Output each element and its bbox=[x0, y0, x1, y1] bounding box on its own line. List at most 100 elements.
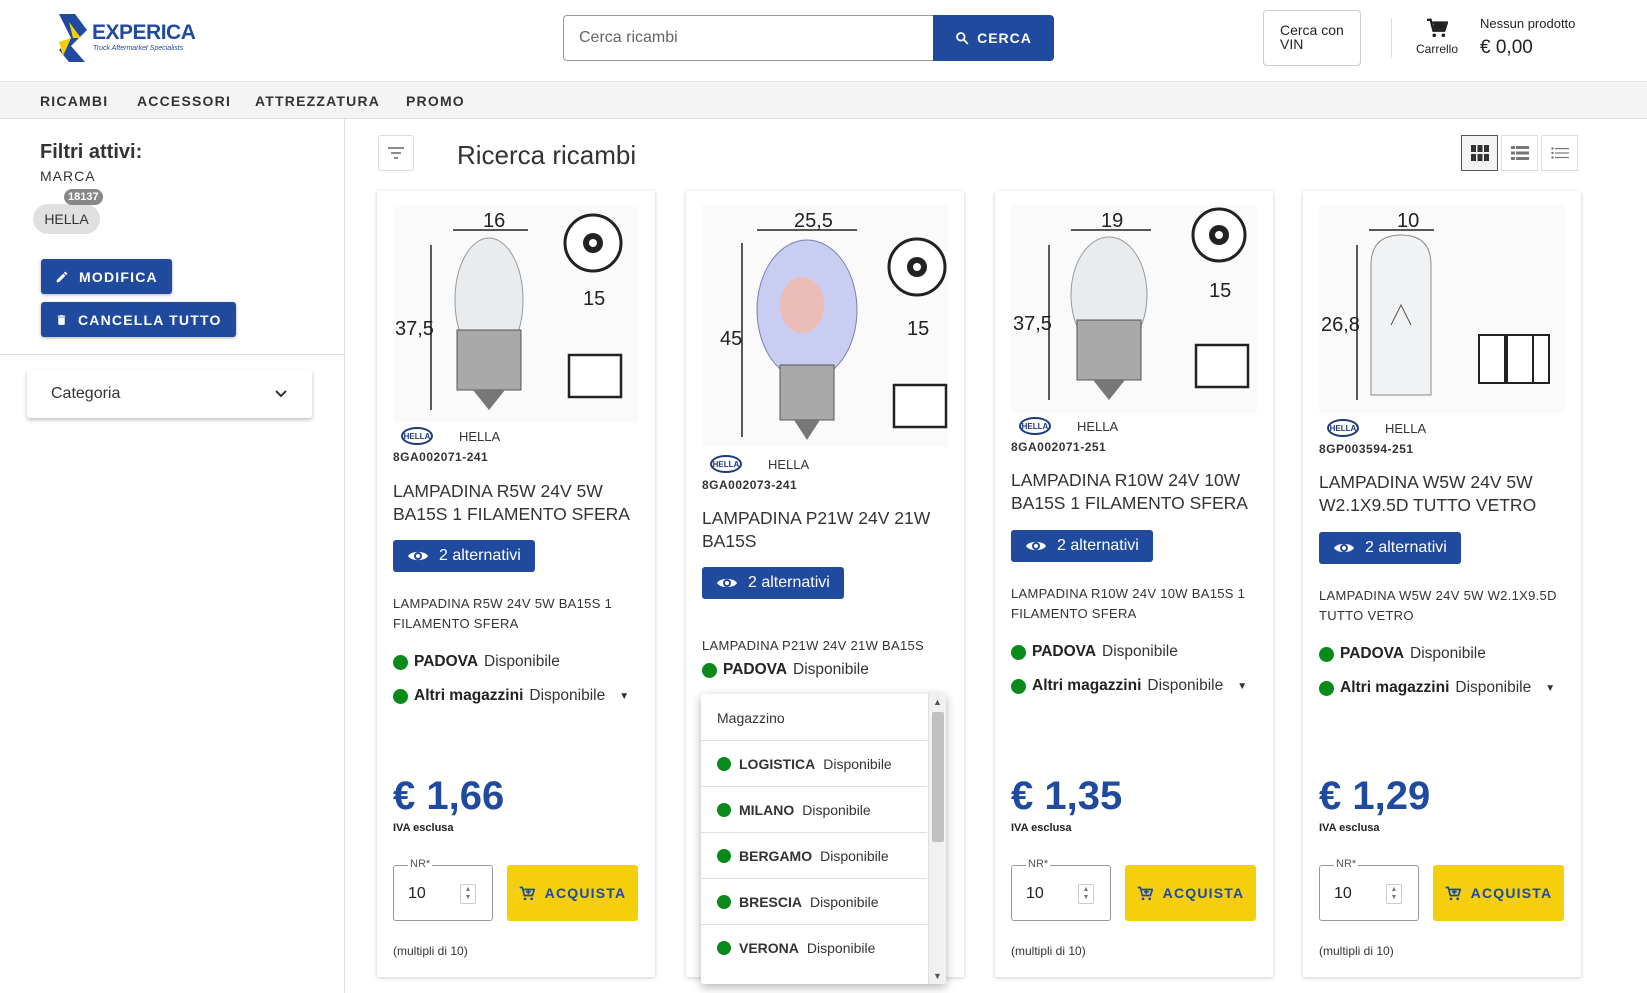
quantity-stepper[interactable]: NR* 10 ▲ ▼ bbox=[1319, 858, 1419, 921]
product-image[interactable]: 16 37,5 15 bbox=[393, 205, 639, 423]
buy-button[interactable]: ACQUISTA bbox=[1433, 865, 1564, 921]
modify-filters-button[interactable]: MODIFICA bbox=[41, 259, 172, 294]
quantity-stepper[interactable]: NR* 10 ▲ ▼ bbox=[1011, 858, 1111, 921]
available-dot-icon bbox=[393, 688, 408, 704]
brand-row: HELLA HELLA bbox=[710, 455, 809, 473]
search-icon bbox=[956, 32, 969, 45]
logo[interactable]: EXPERICA Truck Aftermarket Specialists bbox=[57, 10, 197, 66]
multiples-note: (multipli di 10) bbox=[1011, 944, 1086, 958]
cart-button[interactable]: Carrello bbox=[1412, 18, 1462, 56]
stock-location: PADOVA bbox=[414, 653, 479, 670]
buy-button[interactable]: ACQUISTA bbox=[507, 865, 638, 921]
stock-other-status: Disponibile bbox=[529, 687, 606, 704]
eye-icon bbox=[717, 578, 737, 588]
nav-promo[interactable]: PROMO bbox=[406, 93, 465, 109]
multiples-note: (multipli di 10) bbox=[1319, 944, 1394, 958]
dim-side: 37,5 bbox=[1013, 313, 1052, 335]
alternatives-button[interactable]: 2 alternativi bbox=[702, 567, 844, 599]
warehouse-row[interactable]: VERONA Disponibile bbox=[701, 924, 927, 970]
spinner-icon[interactable]: ▲ ▼ bbox=[1386, 884, 1402, 904]
product-name[interactable]: LAMPADINA R10W 24V 10W BA15S 1 FILAMENTO… bbox=[1011, 469, 1261, 515]
warehouse-row[interactable]: MILANO Disponibile bbox=[701, 786, 927, 832]
stock-other-status: Disponibile bbox=[1455, 679, 1532, 696]
nav-attrezzatura[interactable]: ATTREZZATURA bbox=[255, 93, 380, 109]
vin-search-button[interactable]: Cerca con VIN bbox=[1263, 10, 1361, 66]
stock-status: Disponibile bbox=[1102, 643, 1178, 660]
nav-accessori[interactable]: ACCESSORI bbox=[137, 93, 231, 109]
header: EXPERICA Truck Aftermarket Specialists C… bbox=[0, 0, 1647, 82]
scroll-down-icon[interactable]: ▼ bbox=[933, 971, 942, 981]
filter-icon bbox=[388, 147, 404, 159]
vat-note: IVA esclusa bbox=[1011, 822, 1072, 834]
product-name[interactable]: LAMPADINA P21W 24V 21W BA15S bbox=[702, 507, 952, 553]
brand-row: HELLA HELLA bbox=[1019, 417, 1118, 435]
quantity-value[interactable]: 10 bbox=[408, 885, 426, 903]
dropdown-scrollbar[interactable]: ▲ ▼ bbox=[928, 694, 946, 984]
cart-plus-icon bbox=[519, 886, 535, 900]
alternatives-label: 2 alternativi bbox=[1365, 539, 1447, 556]
alternatives-button[interactable]: 2 alternativi bbox=[1011, 530, 1153, 562]
product-price: € 1,29 bbox=[1319, 774, 1431, 818]
available-dot-icon bbox=[702, 662, 717, 678]
stock-other[interactable]: Altri magazzini Disponibile ▼ bbox=[1011, 677, 1247, 695]
product-card[interactable]: 19 37,5 15 HELLA HELLA 8GA002071-251 LAM… bbox=[995, 191, 1273, 977]
quantity-value[interactable]: 10 bbox=[1026, 885, 1044, 903]
product-name[interactable]: LAMPADINA R5W 24V 5W BA15S 1 FILAMENTO S… bbox=[393, 480, 643, 526]
product-code: 8GP003594-251 bbox=[1319, 442, 1414, 456]
stock-main: PADOVA Disponibile bbox=[1319, 645, 1486, 663]
caret-down-icon: ▼ bbox=[1545, 682, 1556, 694]
alternatives-label: 2 alternativi bbox=[439, 547, 521, 564]
scroll-up-icon[interactable]: ▲ bbox=[933, 697, 942, 707]
grid-view-button[interactable] bbox=[1461, 135, 1498, 171]
product-card[interactable]: 16 37,5 15 HELLA HELLA 8GA002071-241 LAM… bbox=[377, 191, 655, 977]
product-price: € 1,66 bbox=[393, 774, 505, 818]
search-button[interactable]: CERCA bbox=[933, 15, 1054, 61]
warehouse-row[interactable]: BRESCIA Disponibile bbox=[701, 878, 927, 924]
compact-list-view-button[interactable] bbox=[1541, 135, 1578, 171]
caret-down-icon: ▼ bbox=[619, 690, 630, 702]
product-image[interactable]: 25,5 45 15 bbox=[702, 205, 948, 447]
hella-logo-icon: HELLA bbox=[401, 427, 433, 445]
dim-side: 26,8 bbox=[1321, 314, 1360, 336]
search-input[interactable]: Cerca ricambi bbox=[563, 15, 935, 61]
stock-other[interactable]: Altri magazzini Disponibile ▼ bbox=[1319, 679, 1555, 697]
clear-all-label: CANCELLA TUTTO bbox=[78, 311, 222, 328]
bulb-drawing: 16 37,5 15 bbox=[395, 210, 623, 410]
warehouse-status: Disponibile bbox=[810, 893, 879, 910]
alternatives-button[interactable]: 2 alternativi bbox=[393, 540, 535, 572]
eye-icon bbox=[1334, 543, 1354, 553]
product-image[interactable]: 19 37,5 15 bbox=[1011, 205, 1257, 413]
scrollbar-thumb[interactable] bbox=[932, 712, 944, 842]
stock-main: PADOVA Disponibile bbox=[702, 661, 869, 679]
category-dropdown[interactable]: Categoria bbox=[27, 370, 312, 418]
filter-toggle-button[interactable] bbox=[378, 135, 414, 171]
nav-ricambi[interactable]: RICAMBI bbox=[40, 93, 108, 109]
warehouse-row[interactable]: LOGISTICA Disponibile bbox=[701, 740, 927, 786]
product-code: 8GA002071-241 bbox=[393, 450, 489, 464]
spinner-icon[interactable]: ▲ ▼ bbox=[1078, 884, 1094, 904]
stock-other[interactable]: Altri magazzini Disponibile ▼ bbox=[393, 687, 629, 705]
clear-all-button[interactable]: CANCELLA TUTTO bbox=[41, 302, 236, 337]
available-dot-icon bbox=[717, 848, 731, 863]
product-card[interactable]: 10 26,8 HELLA HELLA 8GP003594-251 LAMPAD… bbox=[1303, 191, 1581, 977]
vat-note: IVA esclusa bbox=[1319, 822, 1380, 834]
cart-icon bbox=[1427, 18, 1448, 38]
alternatives-button[interactable]: 2 alternativi bbox=[1319, 532, 1461, 564]
spinner-icon[interactable]: ▲ ▼ bbox=[460, 884, 476, 904]
list-view-button[interactable] bbox=[1501, 135, 1538, 171]
warehouse-dropdown[interactable]: Magazzino LOGISTICA Disponibile MILANO D… bbox=[701, 694, 946, 984]
filter-chip-hella[interactable]: HELLA bbox=[33, 204, 100, 234]
product-name[interactable]: LAMPADINA W5W 24V 5W W2.1X9.5D TUTTO VET… bbox=[1319, 471, 1569, 517]
warehouse-row[interactable]: BERGAMO Disponibile bbox=[701, 832, 927, 878]
chevron-down-icon bbox=[275, 390, 287, 398]
main-nav: RICAMBI ACCESSORI ATTREZZATURA PROMO bbox=[0, 82, 1647, 119]
dim-top: 19 bbox=[1101, 210, 1123, 232]
cart-plus-icon bbox=[1445, 886, 1461, 900]
product-description: LAMPADINA R5W 24V 5W BA15S 1 FILAMENTO S… bbox=[393, 596, 613, 631]
quantity-value[interactable]: 10 bbox=[1334, 885, 1352, 903]
quantity-stepper[interactable]: NR* 10 ▲ ▼ bbox=[393, 858, 493, 921]
buy-button[interactable]: ACQUISTA bbox=[1125, 865, 1256, 921]
dim-side: 45 bbox=[720, 328, 742, 350]
product-image[interactable]: 10 26,8 bbox=[1319, 205, 1565, 413]
dim-base: 15 bbox=[1209, 280, 1231, 302]
